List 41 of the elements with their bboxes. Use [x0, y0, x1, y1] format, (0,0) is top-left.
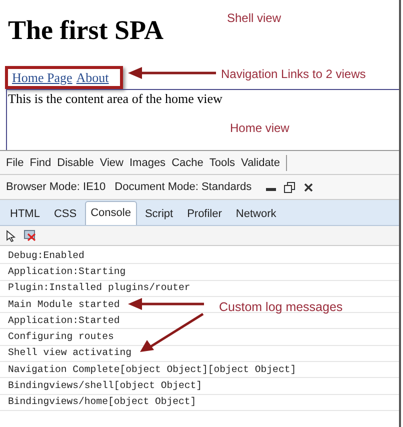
annotation-label: Home view	[230, 120, 290, 137]
log-message: Application:Started	[8, 314, 120, 327]
menu-item[interactable]: Cache	[172, 156, 204, 170]
log-message: Plugin:Installed plugins/router	[8, 282, 190, 294]
annotation-label: Navigation Links to 2 views	[221, 66, 366, 83]
arrow-icon	[140, 313, 204, 353]
tab[interactable]: Script	[138, 203, 180, 225]
tab[interactable]: Profiler	[181, 203, 228, 225]
annotation-label: Custom log messages	[219, 299, 343, 316]
clear-console-icon[interactable]	[24, 230, 36, 241]
menu-item[interactable]: Images	[129, 156, 166, 170]
restore-icon[interactable]	[284, 182, 295, 192]
browser-mode-button[interactable]: Browser Mode: IE10	[6, 178, 106, 196]
menu-item[interactable]: View	[100, 156, 124, 170]
annotation-label: Shell view	[227, 10, 282, 27]
log-message: Bindingviews/home[object Object]	[8, 396, 196, 408]
log-message: Debug:Enabled	[8, 250, 84, 262]
arrow-icon	[128, 67, 218, 79]
log-message: Navigation Complete[object Object][object Object]	[8, 364, 296, 376]
tab[interactable]: HTML	[4, 203, 46, 225]
tab[interactable]: CSS	[48, 203, 83, 225]
pointer-icon[interactable]	[6, 230, 16, 242]
close-icon[interactable]	[304, 182, 313, 192]
menu-item[interactable]: File	[6, 156, 24, 170]
log-message: Bindingviews/shell[object Object]	[8, 380, 202, 392]
menu-item[interactable]: Find	[30, 156, 52, 170]
log-message: Main Module started	[8, 298, 120, 311]
tab[interactable]: Console	[84, 201, 137, 225]
nav-link[interactable]: Home Page	[12, 70, 72, 84]
document-mode-button[interactable]: Document Mode: Standards	[114, 178, 252, 196]
content-text: This is the content area of the home view	[8, 91, 222, 106]
tab[interactable]: Network	[230, 203, 282, 225]
log-message: Shell view activating	[8, 347, 132, 360]
arrow-icon	[128, 298, 205, 310]
menu-item[interactable]: Validate	[241, 156, 280, 170]
menu-item[interactable]: Tools	[209, 156, 236, 170]
page-heading: The first SPA	[8, 15, 164, 45]
menu-item[interactable]: Disable	[57, 156, 94, 170]
log-message: Application:Starting	[8, 266, 126, 278]
nav-link[interactable]: About	[76, 70, 109, 84]
log-message: Configuring routes	[8, 331, 114, 344]
